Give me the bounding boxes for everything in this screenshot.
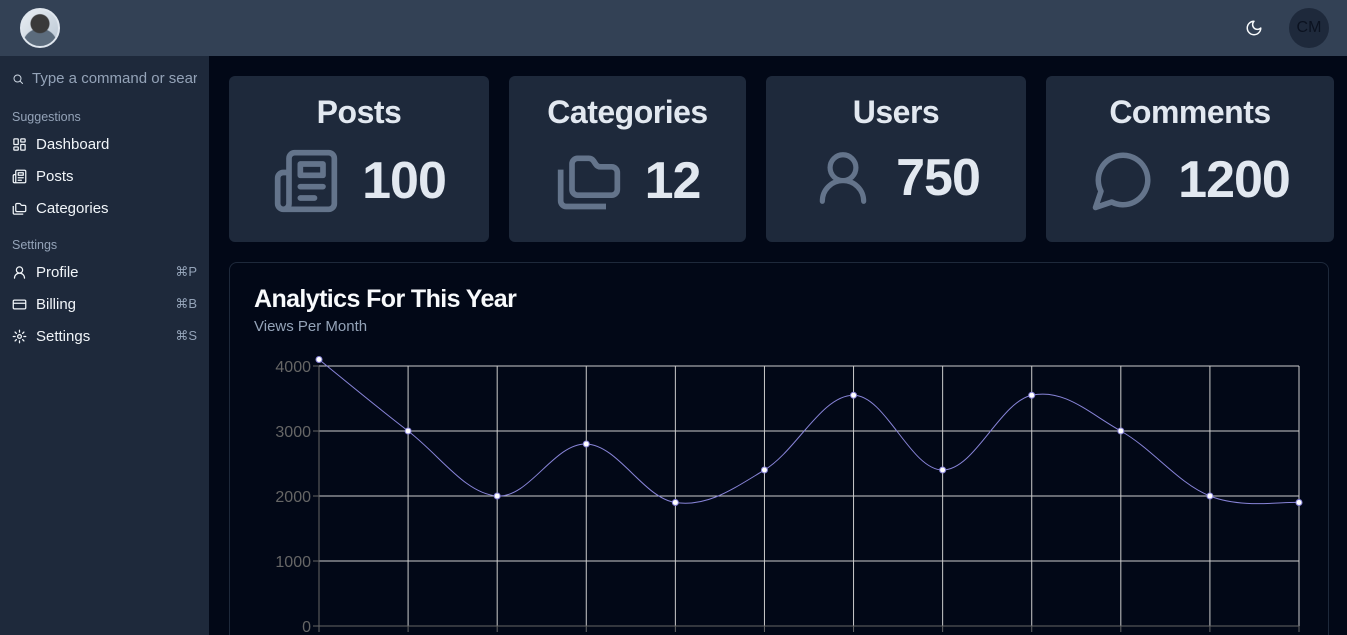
data-point[interactable] bbox=[671, 499, 679, 506]
command-search-input[interactable] bbox=[32, 70, 197, 87]
group-heading-suggestions: Suggestions bbox=[12, 110, 81, 124]
y-tick-label: 3000 bbox=[275, 424, 311, 441]
user-icon bbox=[13, 265, 26, 279]
data-point[interactable] bbox=[1206, 492, 1214, 500]
series-line-views bbox=[318, 359, 1300, 505]
data-point[interactable] bbox=[582, 440, 590, 448]
stat-card-comments: Comments 1200 bbox=[1046, 76, 1334, 242]
sidebar-item-label: Dashboard bbox=[36, 135, 110, 153]
sidebar-item-label: Categories bbox=[36, 199, 109, 217]
dashboard-icon bbox=[13, 137, 26, 151]
stat-card-posts: Posts 100 bbox=[229, 76, 489, 242]
sidebar-item-label: Posts bbox=[36, 167, 74, 185]
user-icon bbox=[819, 152, 867, 204]
sidebar-item-billing[interactable]: Billing ⌘B bbox=[0, 288, 209, 320]
y-tick-label: 1000 bbox=[275, 554, 311, 571]
analytics-panel: Analytics For This Year Views Per Month … bbox=[229, 262, 1329, 635]
data-point[interactable] bbox=[939, 466, 947, 474]
stat-title: Comments bbox=[1109, 94, 1271, 130]
data-point[interactable] bbox=[850, 391, 858, 399]
theme-toggle-button[interactable] bbox=[1239, 13, 1269, 43]
main-content: Posts 100 Categories 12 Users 750 Commen… bbox=[209, 56, 1347, 635]
sidebar-item-label: Settings bbox=[36, 327, 91, 345]
shortcut-hint: ⌘B bbox=[175, 296, 197, 311]
data-point[interactable] bbox=[1028, 391, 1036, 399]
stat-value: 100 bbox=[362, 152, 447, 210]
logo-avatar[interactable] bbox=[20, 8, 60, 48]
sidebar-item-profile[interactable]: Profile ⌘P bbox=[0, 256, 209, 288]
stat-card-users: Users 750 bbox=[766, 76, 1026, 242]
stat-value: 1200 bbox=[1178, 151, 1291, 209]
line-chart: 01000200030004000JanuaryFebruaryMarchApr… bbox=[275, 356, 1303, 635]
sidebar-item-posts[interactable]: Posts bbox=[0, 160, 209, 192]
stat-title: Posts bbox=[316, 94, 402, 130]
data-point[interactable] bbox=[404, 427, 412, 435]
gear-icon bbox=[12, 329, 27, 343]
sidebar-item-label: Billing bbox=[36, 295, 77, 313]
stat-value: 12 bbox=[644, 152, 702, 210]
sidebar-command-menu: Suggestions Dashboard Posts Categories S… bbox=[0, 56, 209, 635]
command-search bbox=[0, 56, 209, 102]
sidebar-item-categories[interactable]: Categories bbox=[0, 192, 209, 224]
group-heading-settings: Settings bbox=[12, 238, 58, 252]
newspaper-icon bbox=[274, 149, 338, 213]
stat-value: 750 bbox=[896, 149, 981, 207]
sidebar-item-settings[interactable]: Settings ⌘S bbox=[0, 320, 209, 352]
message-circle-icon bbox=[1092, 152, 1151, 211]
credit-card-icon bbox=[12, 299, 27, 309]
data-point[interactable] bbox=[493, 492, 501, 500]
sidebar-item-label: Profile bbox=[36, 263, 79, 281]
y-tick-label: 0 bbox=[302, 619, 311, 635]
moon-icon bbox=[1246, 20, 1262, 36]
top-bar-actions: CM bbox=[1239, 8, 1329, 48]
stat-title: Categories bbox=[547, 94, 708, 130]
search-icon bbox=[13, 74, 23, 84]
folders-icon bbox=[557, 155, 620, 210]
avatar-initials: CM bbox=[1296, 19, 1322, 36]
y-tick-label: 2000 bbox=[275, 489, 311, 506]
stat-card-categories: Categories 12 bbox=[509, 76, 746, 242]
stat-title: Users bbox=[852, 94, 940, 130]
user-avatar[interactable]: CM bbox=[1289, 8, 1329, 48]
data-point[interactable] bbox=[1295, 499, 1303, 506]
sidebar-item-dashboard[interactable]: Dashboard bbox=[0, 128, 209, 160]
y-tick-label: 4000 bbox=[275, 359, 311, 376]
folders-icon bbox=[12, 202, 27, 215]
data-point[interactable] bbox=[1117, 427, 1125, 435]
shortcut-hint: ⌘S bbox=[175, 328, 197, 343]
shortcut-hint: ⌘P bbox=[175, 264, 197, 279]
data-point[interactable] bbox=[315, 356, 323, 363]
top-bar: CM bbox=[0, 0, 1347, 56]
data-point[interactable] bbox=[760, 466, 768, 474]
newspaper-icon bbox=[12, 169, 27, 183]
